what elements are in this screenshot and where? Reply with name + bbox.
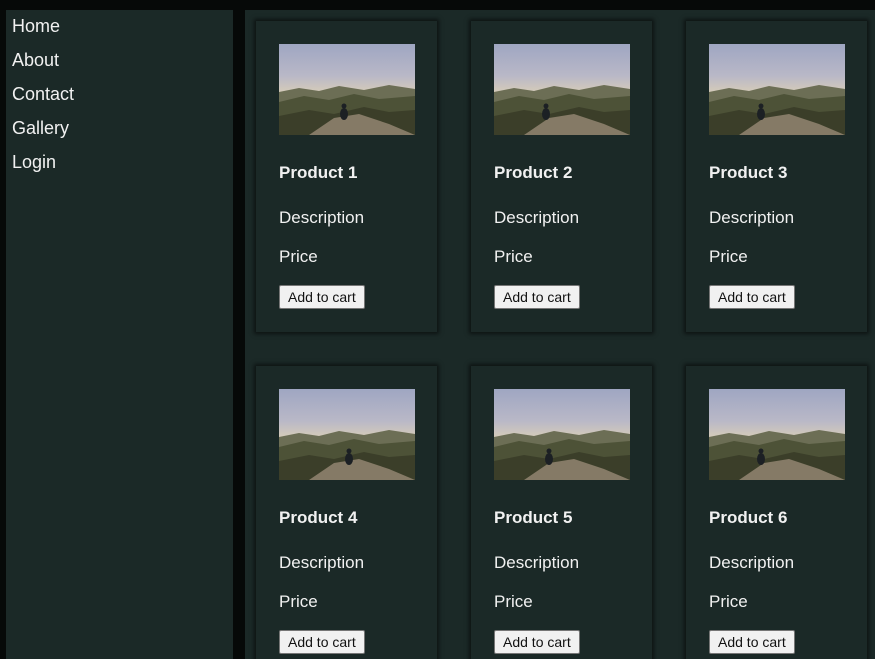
- product-price: Price: [494, 247, 533, 266]
- product-title: Product 4: [279, 508, 358, 527]
- product-grid: Product 1 Description Price Add to cart: [245, 10, 875, 659]
- sidebar-nav: Home About Contact Gallery Login: [6, 10, 233, 659]
- product-image: [279, 44, 415, 135]
- product-price: Price: [709, 247, 748, 266]
- add-to-cart-button[interactable]: Add to cart: [709, 285, 795, 309]
- product-description: Description: [709, 553, 795, 572]
- nav-item-about[interactable]: About: [6, 48, 233, 82]
- product-title: Product 6: [709, 508, 788, 527]
- product-image: [279, 389, 415, 480]
- product-price: Price: [709, 592, 748, 611]
- product-price: Price: [494, 592, 533, 611]
- product-image: [709, 44, 845, 135]
- product-card: Product 3 Description Price Add to cart: [686, 21, 867, 332]
- product-title: Product 5: [494, 508, 573, 527]
- product-price: Price: [279, 247, 318, 266]
- add-to-cart-button[interactable]: Add to cart: [494, 630, 580, 654]
- product-card: Product 1 Description Price Add to cart: [256, 21, 437, 332]
- product-description: Description: [709, 208, 795, 227]
- product-description: Description: [279, 208, 365, 227]
- nav-item-gallery[interactable]: Gallery: [6, 116, 233, 150]
- add-to-cart-button[interactable]: Add to cart: [709, 630, 795, 654]
- nav-item-contact[interactable]: Contact: [6, 82, 233, 116]
- product-image: [709, 389, 845, 480]
- product-description: Description: [279, 553, 365, 572]
- nav-item-home[interactable]: Home: [6, 14, 233, 48]
- product-card: Product 6 Description Price Add to cart: [686, 366, 867, 659]
- product-image: [494, 44, 630, 135]
- product-description: Description: [494, 208, 580, 227]
- product-title: Product 1: [279, 163, 358, 182]
- product-price: Price: [279, 592, 318, 611]
- add-to-cart-button[interactable]: Add to cart: [279, 285, 365, 309]
- add-to-cart-button[interactable]: Add to cart: [279, 630, 365, 654]
- product-description: Description: [494, 553, 580, 572]
- nav-item-login[interactable]: Login: [6, 150, 233, 184]
- product-image: [494, 389, 630, 480]
- product-title: Product 2: [494, 163, 573, 182]
- add-to-cart-button[interactable]: Add to cart: [494, 285, 580, 309]
- product-card: Product 4 Description Price Add to cart: [256, 366, 437, 659]
- product-title: Product 3: [709, 163, 788, 182]
- product-card: Product 2 Description Price Add to cart: [471, 21, 652, 332]
- product-card: Product 5 Description Price Add to cart: [471, 366, 652, 659]
